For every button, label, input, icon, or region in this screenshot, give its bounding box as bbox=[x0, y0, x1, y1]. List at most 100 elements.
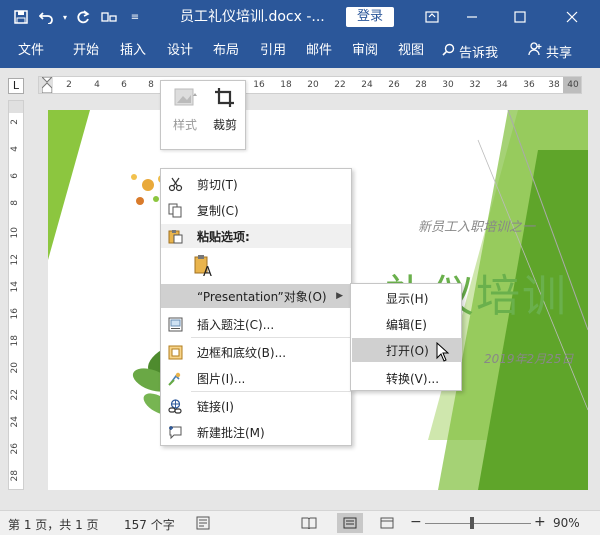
ruler-number: 28 bbox=[10, 470, 20, 482]
menu-separator bbox=[191, 391, 351, 392]
submenu-item-open[interactable]: 打开(O) bbox=[352, 338, 462, 362]
tab-home[interactable]: 开始 bbox=[73, 34, 99, 68]
link-icon bbox=[167, 398, 183, 414]
ruler-number: 26 bbox=[10, 443, 20, 455]
maximize-icon[interactable] bbox=[500, 0, 540, 34]
ruler-number: 20 bbox=[10, 362, 20, 374]
style-label: 样式 bbox=[172, 118, 197, 132]
menu-item-copy[interactable]: 复制(C) bbox=[161, 198, 351, 222]
ruler-number: 28 bbox=[415, 80, 427, 90]
vertical-ruler[interactable]: 2 4 6 8 10 12 14 16 18 20 22 24 26 28 bbox=[8, 100, 24, 490]
zoom-level[interactable]: 90% bbox=[553, 516, 580, 530]
word-count[interactable]: 157 个字 bbox=[124, 516, 175, 533]
quick-access-toolbar: ▾ ≡ bbox=[0, 0, 148, 34]
ruler-number: 26 bbox=[388, 80, 400, 90]
ruler-number: 38 bbox=[548, 80, 560, 90]
print-layout-icon bbox=[343, 517, 357, 529]
ruler-number: 32 bbox=[469, 80, 481, 90]
ruler-number: 12 bbox=[10, 254, 20, 266]
submenu-item-edit[interactable]: 编辑(E) bbox=[352, 312, 462, 336]
submenu-item-label: 转换(V)... bbox=[386, 371, 440, 386]
submenu-item-label: 打开(O) bbox=[386, 343, 429, 358]
tab-layout[interactable]: 布局 bbox=[213, 34, 239, 68]
menu-item-label: 链接(I) bbox=[197, 399, 234, 414]
tab-file[interactable]: 文件 bbox=[18, 34, 44, 68]
ribbon-display-icon[interactable] bbox=[412, 0, 452, 34]
touch-mode-icon[interactable] bbox=[96, 4, 122, 30]
tab-selector[interactable]: L bbox=[8, 78, 24, 94]
vertical-scrollbar[interactable] bbox=[588, 100, 598, 495]
undo-icon[interactable] bbox=[34, 4, 60, 30]
web-layout-button[interactable] bbox=[374, 513, 400, 533]
menu-item-borders-shading[interactable]: 边框和底纹(B)... bbox=[161, 340, 351, 364]
menu-item-new-comment[interactable]: 新建批注(M) bbox=[161, 420, 351, 444]
page-info[interactable]: 第 1 页，共 1 页 bbox=[8, 516, 99, 533]
tab-mailings[interactable]: 邮件 bbox=[306, 34, 332, 68]
paste-text-only-icon: A bbox=[193, 254, 215, 281]
save-icon[interactable] bbox=[8, 4, 34, 30]
paste-icon bbox=[167, 228, 183, 244]
slide-subtitle: 新员工入职培训之一 bbox=[418, 220, 536, 235]
ruler-number: 10 bbox=[10, 227, 20, 239]
search-icon bbox=[442, 43, 455, 60]
tab-design[interactable]: 设计 bbox=[167, 34, 193, 68]
crop-button[interactable]: 裁剪 bbox=[205, 87, 245, 133]
menu-item-insert-caption[interactable]: 插入题注(C)... bbox=[161, 312, 351, 336]
tab-references[interactable]: 引用 bbox=[260, 34, 286, 68]
undo-dropdown-icon[interactable]: ▾ bbox=[60, 4, 70, 30]
zoom-in-button[interactable]: + bbox=[534, 514, 546, 530]
submenu-item-show[interactable]: 显示(H) bbox=[352, 286, 462, 310]
title-bar: ▾ ≡ 员工礼仪培训.docx -... 登录 bbox=[0, 0, 600, 34]
submenu-item-label: 编辑(E) bbox=[386, 317, 427, 332]
menu-section-paste-options: 粘贴选项: bbox=[161, 224, 351, 248]
menu-item-label: 复制(C) bbox=[197, 203, 239, 218]
picture-format-icon bbox=[167, 370, 183, 386]
ruler-number: 2 bbox=[10, 119, 20, 125]
menu-item-picture[interactable]: 图片(I)... bbox=[161, 366, 351, 390]
minimize-icon[interactable] bbox=[452, 0, 492, 34]
ruler-number: 18 bbox=[280, 80, 292, 90]
ruler-number: 6 bbox=[10, 173, 20, 179]
borders-shading-icon bbox=[167, 344, 183, 360]
ruler-strip[interactable]: 2 4 6 8 10 12 14 16 18 20 22 24 26 28 30… bbox=[38, 76, 582, 94]
customize-qat-icon[interactable]: ≡ bbox=[122, 4, 148, 30]
ruler-number: 16 bbox=[10, 308, 20, 320]
redo-icon[interactable] bbox=[70, 4, 96, 30]
paste-text-only-button[interactable]: A bbox=[161, 251, 351, 281]
person-add-icon bbox=[528, 42, 542, 60]
login-button[interactable]: 登录 bbox=[346, 7, 394, 27]
menu-separator bbox=[191, 337, 351, 338]
tab-insert[interactable]: 插入 bbox=[120, 34, 146, 68]
context-menu: 剪切(T) 复制(C) 粘贴选项: A “Presentation”对象(O) … bbox=[160, 168, 352, 446]
ruler-number: 8 bbox=[10, 200, 20, 206]
ruler-number: 30 bbox=[442, 80, 454, 90]
menu-item-label: 边框和底纹(B)... bbox=[197, 345, 287, 360]
tell-me-search[interactable]: 告诉我 bbox=[442, 34, 498, 68]
tab-review[interactable]: 审阅 bbox=[352, 34, 378, 68]
ruler-number: 4 bbox=[94, 80, 100, 90]
ruler-margin-top bbox=[9, 101, 23, 113]
tab-view[interactable]: 视图 bbox=[398, 34, 424, 68]
menu-item-presentation-object[interactable]: “Presentation”对象(O) ▶ bbox=[161, 284, 351, 308]
share-button[interactable]: 共享 bbox=[528, 34, 572, 68]
read-mode-button[interactable] bbox=[296, 513, 322, 533]
menu-item-link[interactable]: 链接(I) bbox=[161, 394, 351, 418]
ruler-number: 24 bbox=[10, 416, 20, 428]
zoom-slider-thumb[interactable] bbox=[470, 517, 474, 529]
menu-item-cut[interactable]: 剪切(T) bbox=[161, 172, 351, 196]
zoom-out-button[interactable]: − bbox=[410, 514, 422, 530]
ruler-number: 22 bbox=[334, 80, 346, 90]
ruler-number: 36 bbox=[523, 80, 535, 90]
share-label: 共享 bbox=[546, 45, 573, 61]
zoom-slider[interactable] bbox=[425, 523, 531, 524]
ribbon-tab-bar: 文件 开始 插入 设计 布局 引用 邮件 审阅 视图 告诉我 共享 bbox=[0, 34, 600, 68]
submenu-item-convert[interactable]: 转换(V)... bbox=[352, 366, 462, 390]
picture-style-icon bbox=[174, 88, 197, 106]
proofing-icon[interactable] bbox=[196, 516, 210, 533]
close-icon[interactable] bbox=[552, 0, 592, 34]
read-mode-icon bbox=[301, 517, 317, 529]
indent-marker[interactable] bbox=[40, 76, 54, 96]
style-button[interactable]: 样式 bbox=[165, 87, 205, 133]
print-layout-button[interactable] bbox=[337, 513, 363, 533]
crop-icon bbox=[215, 88, 234, 107]
